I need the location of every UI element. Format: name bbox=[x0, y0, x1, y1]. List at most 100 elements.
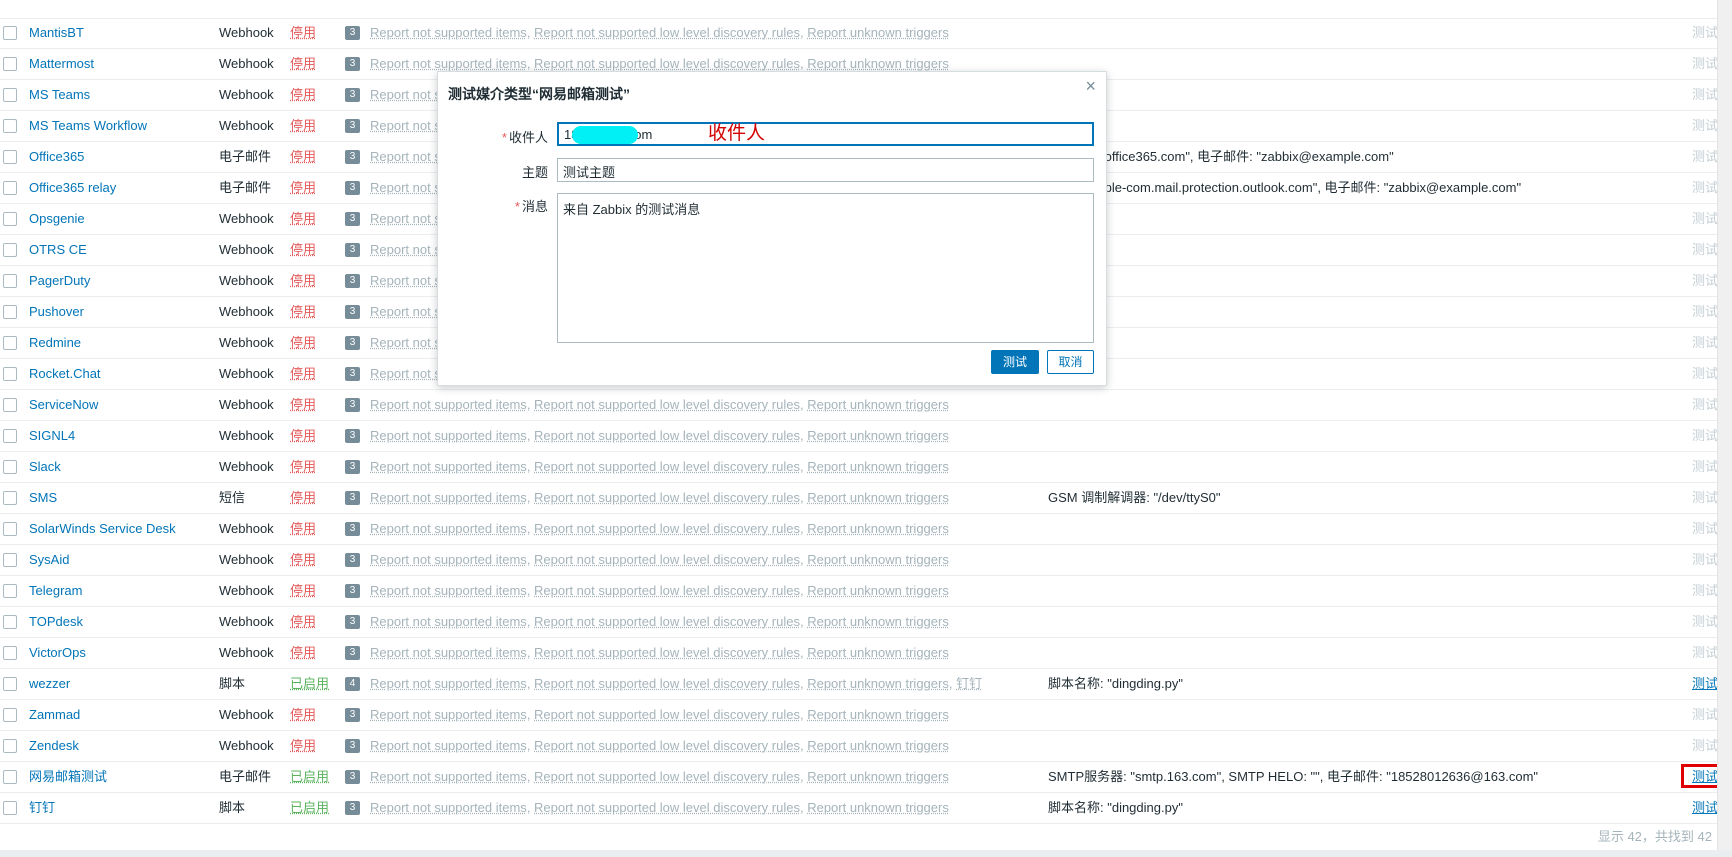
status-toggle[interactable]: 停用 bbox=[290, 142, 316, 172]
row-checkbox[interactable] bbox=[3, 119, 17, 133]
status-toggle[interactable]: 停用 bbox=[290, 18, 316, 48]
media-type-name-link[interactable]: Pushover bbox=[29, 297, 84, 327]
row-checkbox[interactable] bbox=[3, 367, 17, 381]
action-link[interactable]: Report not supported items bbox=[370, 428, 527, 443]
media-type-name-link[interactable]: VictorOps bbox=[29, 638, 86, 668]
action-link[interactable]: Report not supported items bbox=[370, 707, 527, 722]
row-checkbox[interactable] bbox=[3, 429, 17, 443]
status-toggle[interactable]: 停用 bbox=[290, 204, 316, 234]
row-checkbox[interactable] bbox=[3, 57, 17, 71]
row-checkbox[interactable] bbox=[3, 770, 17, 784]
action-link[interactable]: Report not supported items bbox=[370, 521, 527, 536]
action-link[interactable]: Report not supported items bbox=[370, 397, 527, 412]
row-checkbox[interactable] bbox=[3, 646, 17, 660]
row-checkbox[interactable] bbox=[3, 305, 17, 319]
media-type-name-link[interactable]: Rocket.Chat bbox=[29, 359, 101, 389]
row-checkbox[interactable] bbox=[3, 26, 17, 40]
action-link[interactable]: Report unknown triggers bbox=[807, 738, 949, 753]
status-toggle[interactable]: 停用 bbox=[290, 421, 316, 451]
row-checkbox[interactable] bbox=[3, 708, 17, 722]
action-link[interactable]: Report unknown triggers bbox=[807, 397, 949, 412]
status-toggle[interactable]: 停用 bbox=[290, 266, 316, 296]
row-checkbox[interactable] bbox=[3, 336, 17, 350]
media-type-name-link[interactable]: SMS bbox=[29, 483, 57, 513]
action-link[interactable]: Report not supported items bbox=[370, 490, 527, 505]
action-link[interactable]: Report unknown triggers bbox=[807, 614, 949, 629]
status-toggle[interactable]: 停用 bbox=[290, 328, 316, 358]
row-checkbox[interactable] bbox=[3, 181, 17, 195]
action-link[interactable]: Report not supported items bbox=[370, 614, 527, 629]
row-checkbox[interactable] bbox=[3, 274, 17, 288]
row-checkbox[interactable] bbox=[3, 615, 17, 629]
media-type-name-link[interactable]: TOPdesk bbox=[29, 607, 83, 637]
action-link[interactable]: Report not supported low level discovery… bbox=[534, 25, 800, 40]
action-link[interactable]: Report not supported low level discovery… bbox=[534, 428, 800, 443]
row-checkbox[interactable] bbox=[3, 801, 17, 815]
media-type-name-link[interactable]: ServiceNow bbox=[29, 390, 98, 420]
test-link[interactable]: 测试 bbox=[1692, 793, 1718, 823]
action-link[interactable]: Report not supported low level discovery… bbox=[534, 800, 800, 815]
media-type-name-link[interactable]: 钉钉 bbox=[29, 793, 55, 823]
status-toggle[interactable]: 停用 bbox=[290, 390, 316, 420]
status-toggle[interactable]: 停用 bbox=[290, 514, 316, 544]
action-link[interactable]: Report not supported low level discovery… bbox=[534, 769, 800, 784]
action-link[interactable]: Report unknown triggers bbox=[807, 521, 949, 536]
row-checkbox[interactable] bbox=[3, 584, 17, 598]
media-type-name-link[interactable]: SolarWinds Service Desk bbox=[29, 514, 176, 544]
action-link[interactable]: Report unknown triggers bbox=[807, 800, 949, 815]
status-toggle[interactable]: 停用 bbox=[290, 731, 316, 761]
row-checkbox[interactable] bbox=[3, 553, 17, 567]
action-link[interactable]: Report not supported low level discovery… bbox=[534, 552, 800, 567]
status-toggle[interactable]: 停用 bbox=[290, 80, 316, 110]
status-toggle[interactable]: 停用 bbox=[290, 173, 316, 203]
action-link[interactable]: Report not supported items bbox=[370, 552, 527, 567]
action-link[interactable]: Report not supported low level discovery… bbox=[534, 707, 800, 722]
media-type-name-link[interactable]: Zendesk bbox=[29, 731, 79, 761]
action-link[interactable]: Report not supported low level discovery… bbox=[534, 459, 800, 474]
media-type-name-link[interactable]: MantisBT bbox=[29, 18, 84, 48]
status-toggle[interactable]: 停用 bbox=[290, 111, 316, 141]
row-checkbox[interactable] bbox=[3, 88, 17, 102]
action-link[interactable]: Report not supported low level discovery… bbox=[534, 583, 800, 598]
action-link[interactable]: Report not supported items bbox=[370, 769, 527, 784]
row-checkbox[interactable] bbox=[3, 522, 17, 536]
status-toggle[interactable]: 停用 bbox=[290, 452, 316, 482]
media-type-name-link[interactable]: Office365 relay bbox=[29, 173, 116, 203]
status-toggle[interactable]: 停用 bbox=[290, 700, 316, 730]
status-toggle[interactable]: 停用 bbox=[290, 235, 316, 265]
status-toggle[interactable]: 停用 bbox=[290, 545, 316, 575]
message-textarea[interactable]: 来自 Zabbix 的测试消息 bbox=[557, 193, 1094, 343]
media-type-name-link[interactable]: PagerDuty bbox=[29, 266, 90, 296]
close-icon[interactable]: × bbox=[1085, 76, 1096, 97]
action-link[interactable]: Report not supported low level discovery… bbox=[534, 397, 800, 412]
action-link[interactable]: Report not supported items bbox=[370, 738, 527, 753]
action-link[interactable]: Report not supported items bbox=[370, 459, 527, 474]
action-link[interactable]: Report not supported low level discovery… bbox=[534, 614, 800, 629]
status-toggle[interactable]: 已启用 bbox=[290, 793, 329, 823]
action-link[interactable]: Report not supported low level discovery… bbox=[534, 490, 800, 505]
media-type-name-link[interactable]: SIGNL4 bbox=[29, 421, 75, 451]
action-link[interactable]: Report not supported low level discovery… bbox=[534, 645, 800, 660]
action-link[interactable]: Report unknown triggers bbox=[807, 676, 949, 691]
media-type-name-link[interactable]: Zammad bbox=[29, 700, 80, 730]
media-type-name-link[interactable]: Office365 bbox=[29, 142, 84, 172]
row-checkbox[interactable] bbox=[3, 212, 17, 226]
action-link[interactable]: Report unknown triggers bbox=[807, 769, 949, 784]
action-link[interactable]: Report not supported items bbox=[370, 583, 527, 598]
action-link[interactable]: Report not supported items bbox=[370, 25, 527, 40]
row-checkbox[interactable] bbox=[3, 739, 17, 753]
action-link[interactable]: Report not supported low level discovery… bbox=[534, 56, 800, 71]
action-link[interactable]: Report unknown triggers bbox=[807, 25, 949, 40]
action-link[interactable]: Report unknown triggers bbox=[807, 707, 949, 722]
action-link[interactable]: Report unknown triggers bbox=[807, 459, 949, 474]
status-toggle[interactable]: 已启用 bbox=[290, 762, 329, 792]
status-toggle[interactable]: 停用 bbox=[290, 483, 316, 513]
action-link[interactable]: 钉钉 bbox=[956, 676, 982, 691]
media-type-name-link[interactable]: MS Teams bbox=[29, 80, 90, 110]
media-type-name-link[interactable]: Mattermost bbox=[29, 49, 94, 79]
media-type-name-link[interactable]: Redmine bbox=[29, 328, 81, 358]
row-checkbox[interactable] bbox=[3, 460, 17, 474]
row-checkbox[interactable] bbox=[3, 150, 17, 164]
status-toggle[interactable]: 停用 bbox=[290, 638, 316, 668]
row-checkbox[interactable] bbox=[3, 491, 17, 505]
